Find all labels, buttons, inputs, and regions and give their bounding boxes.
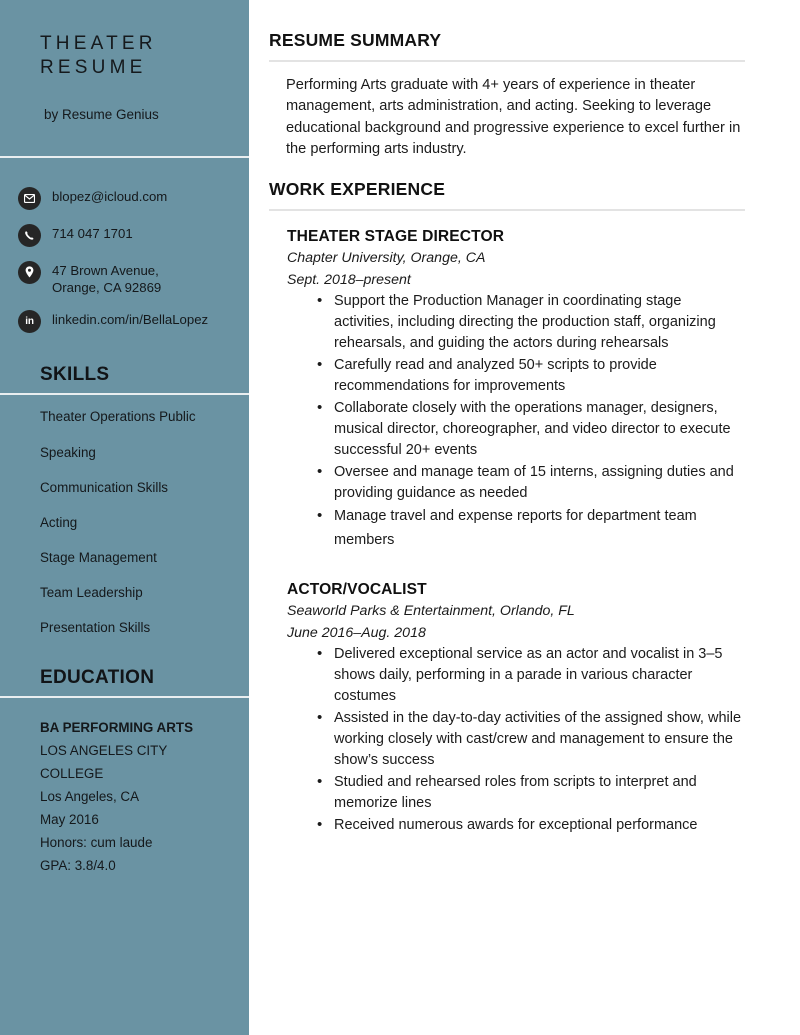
work-experience-header: WORK EXPERIENCE xyxy=(269,179,745,212)
resume-summary-section: RESUME SUMMARY Performing Arts graduate … xyxy=(269,30,745,160)
main-content: RESUME SUMMARY Performing Arts graduate … xyxy=(249,0,800,1035)
resume-summary-heading: RESUME SUMMARY xyxy=(269,30,442,50)
job-bullet: Oversee and manage team of 15 interns, a… xyxy=(287,461,745,504)
skills-heading: SKILLS xyxy=(40,364,110,386)
byline: by Resume Genius xyxy=(44,106,159,122)
skill-item: Theater Operations Public xyxy=(40,409,196,425)
job-organization: Seaworld Parks & Entertainment, Orlando,… xyxy=(287,603,575,620)
phone-icon xyxy=(18,223,41,247)
job-entry: ACTOR/VOCALIST Seaworld Parks & Entertai… xyxy=(269,581,745,836)
job-bullet: Support the Production Manager in coordi… xyxy=(287,290,745,354)
education-gpa: GPA: 3.8/4.0 xyxy=(40,858,116,874)
job-entry: THEATER STAGE DIRECTOR Chapter Universit… xyxy=(269,228,745,552)
envelope-icon xyxy=(18,186,41,210)
contact-item-linkedin[interactable]: in linkedin.com/in/BellaLopez xyxy=(18,309,239,334)
contact-item-email[interactable]: blopez@icloud.com xyxy=(18,186,239,210)
education-heading: EDUCATION xyxy=(40,667,155,689)
sidebar-header: THEATER RESUME by Resume Genius xyxy=(0,0,249,122)
contact-list: blopez@icloud.com 714 047 1701 47 Brown … xyxy=(0,158,249,334)
education-location: Los Angeles, CA xyxy=(40,789,140,805)
skill-item: Acting xyxy=(40,514,78,530)
skill-item: Presentation Skills xyxy=(40,619,151,635)
skills-list: Theater Operations Public Speaking Commu… xyxy=(0,395,249,636)
job-organization: Chapter University, Orange, CA xyxy=(287,250,486,267)
linkedin-icon: in xyxy=(18,310,41,334)
job-bullet: Assisted in the day-to-day activities of… xyxy=(287,707,745,771)
education-school: LOS ANGELES CITY COLLEGE xyxy=(40,743,168,782)
resume-title: THEATER RESUME xyxy=(40,33,157,79)
email-text: blopez@icloud.com xyxy=(52,188,168,204)
skill-item: Stage Management xyxy=(40,549,157,565)
phone-text: 714 047 1701 xyxy=(52,225,133,241)
job-dates: Sept. 2018–present xyxy=(287,271,411,288)
linkedin-text: linkedin.com/in/BellaLopez xyxy=(52,312,209,328)
job-dates: June 2016–Aug. 2018 xyxy=(287,624,426,641)
skill-item: Speaking xyxy=(40,444,96,460)
linkedin-glyph: in xyxy=(25,315,34,327)
sidebar: THEATER RESUME by Resume Genius blopez@i… xyxy=(0,0,249,1035)
education-date: May 2016 xyxy=(40,812,99,828)
work-experience-section: WORK EXPERIENCE THEATER STAGE DIRECTOR C… xyxy=(269,179,745,836)
education-degree: BA PERFORMING ARTS xyxy=(40,720,193,736)
education-details: BA PERFORMING ARTS LOS ANGELES CITY COLL… xyxy=(0,698,249,877)
address-text: 47 Brown Avenue, Orange, CA 92869 xyxy=(52,262,162,296)
resume-summary-text: Performing Arts graduate with 4+ years o… xyxy=(286,77,741,157)
location-pin-icon xyxy=(18,260,41,284)
job-title: ACTOR/VOCALIST xyxy=(287,581,427,599)
skill-item: Communication Skills xyxy=(40,479,168,495)
education-honors: Honors: cum laude xyxy=(40,835,153,851)
job-bullet: Collaborate closely with the operations … xyxy=(287,397,745,461)
work-heading-rule xyxy=(269,209,745,212)
job-bullet-list: Delivered exceptional service as an acto… xyxy=(287,643,745,836)
skill-item: Team Leadership xyxy=(40,584,143,600)
job-title: THEATER STAGE DIRECTOR xyxy=(287,228,505,246)
job-bullet: Manage travel and expense reports for de… xyxy=(287,504,745,552)
work-experience-heading: WORK EXPERIENCE xyxy=(269,179,446,200)
job-bullet: Received numerous awards for exceptional… xyxy=(287,814,745,836)
job-bullet: Studied and rehearsed roles from scripts… xyxy=(287,771,745,814)
job-bullet: Carefully read and analyzed 50+ scripts … xyxy=(287,354,745,397)
contact-item-phone[interactable]: 714 047 1701 xyxy=(18,223,239,247)
job-bullet-list: Support the Production Manager in coordi… xyxy=(287,290,745,552)
skills-section-header: SKILLS xyxy=(0,346,249,393)
job-bullet: Delivered exceptional service as an acto… xyxy=(287,643,745,707)
resume-page: THEATER RESUME by Resume Genius blopez@i… xyxy=(0,0,800,1035)
contact-item-address[interactable]: 47 Brown Avenue, Orange, CA 92869 xyxy=(18,260,239,297)
education-section-header: EDUCATION xyxy=(0,655,249,696)
